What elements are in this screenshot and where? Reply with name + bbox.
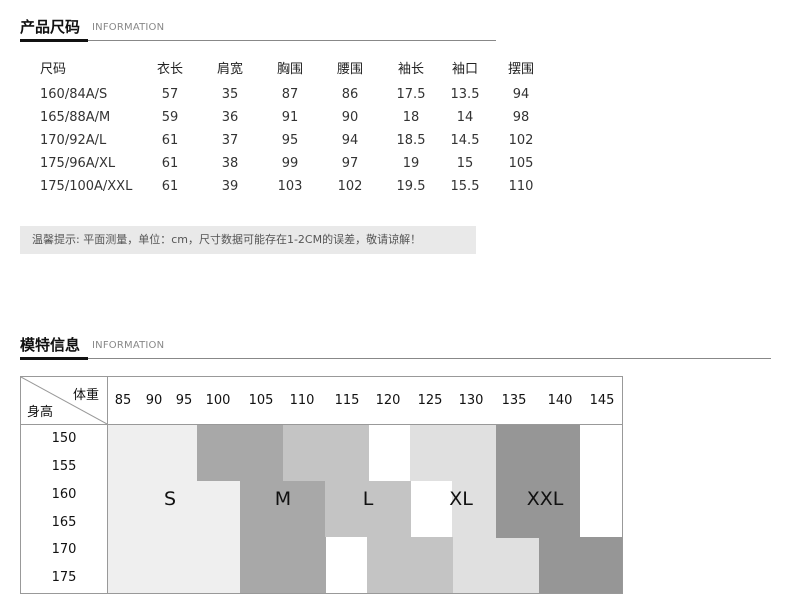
size-table-cell: 97 [341,156,359,171]
grid-header-separator [21,424,622,425]
size-table-cell: 14 [456,110,474,125]
weight-label: 135 [501,393,527,408]
size-table-cell: 87 [281,87,299,102]
size-table-cell: 39 [221,179,239,194]
size-table-cell: 175/96A/XL [40,156,116,171]
size-table-cell: 13.5 [450,87,480,102]
size-region-xxl [539,537,622,593]
size-table-header-cell: 袖口 [451,62,478,77]
model-size-grid: 体重 身高 85 90 95 100 105 110 115 120 125 130 135 140 1… [20,376,623,594]
size-label-l: L [362,488,374,510]
size-table-cell: 36 [221,110,239,125]
weight-label: 145 [589,393,615,408]
size-table-cell: 61 [161,133,179,148]
size-table-cell: 59 [161,110,179,125]
size-label-m: M [274,488,292,510]
size-table-cell: 14.5 [450,133,480,148]
weight-label: 120 [375,393,401,408]
size-table-header-cell: 摆围 [507,62,534,77]
section-title-model-info: 模特信息 [20,336,81,354]
size-table-cell: 102 [337,179,363,194]
size-label-s: S [163,488,177,510]
weight-label: 100 [205,393,231,408]
size-table-cell: 105 [508,156,534,171]
corner-weight-label: 体重 [73,388,100,403]
size-table-cell: 170/92A/L [40,133,107,148]
size-table-cell: 102 [508,133,534,148]
size-table-cell: 19 [402,156,420,171]
height-label: 155 [51,459,77,474]
size-table-header-cell: 肩宽 [216,62,243,77]
size-table-cell: 61 [161,179,179,194]
size-region-m [197,425,283,481]
weight-label: 130 [458,393,484,408]
size-table-cell: 15 [456,156,474,171]
height-label: 170 [51,542,77,557]
size-table-cell: 18 [402,110,420,125]
size-table-cell: 98 [512,110,530,125]
size-region-l [283,425,369,481]
weight-label: 105 [248,393,274,408]
size-table-header-cell: 尺码 [40,62,67,77]
size-table-cell: 165/88A/M [40,110,111,125]
size-table-cell: 35 [221,87,239,102]
size-table-cell: 160/84A/S [40,87,108,102]
weight-label: 115 [334,393,360,408]
size-table-cell: 94 [512,87,530,102]
size-table-cell: 94 [341,133,359,148]
weight-label: 110 [289,393,315,408]
section-divider [20,358,771,359]
size-table-header-cell: 衣长 [156,62,183,77]
size-table-cell: 110 [508,179,534,194]
section-accent-bar [20,357,88,360]
size-region-xl [453,537,539,593]
size-table-cell: 86 [341,87,359,102]
weight-label: 125 [417,393,443,408]
height-label: 160 [51,487,77,502]
grid-column-separator [107,377,108,593]
size-table-cell: 19.5 [396,179,426,194]
size-table-cell: 90 [341,110,359,125]
size-region-xl [410,425,496,481]
size-table-cell: 61 [161,156,179,171]
weight-label: 90 [145,393,163,408]
size-table-header-cell: 袖长 [397,62,424,77]
height-label: 165 [51,515,77,530]
size-table-cell: 103 [277,179,303,194]
corner-height-label: 身高 [27,405,54,420]
size-table-cell: 99 [281,156,299,171]
weight-label: 95 [175,393,193,408]
size-table-cell: 15.5 [450,179,480,194]
height-label: 150 [51,431,77,446]
size-label-xl: XL [449,488,473,510]
size-table-cell: 38 [221,156,239,171]
section-subtitle: INFORMATION [92,340,165,351]
size-table-cell: 57 [161,87,179,102]
size-table-cell: 91 [281,110,299,125]
section-accent-bar [20,39,88,42]
size-label-xxl: XXL [526,488,564,510]
size-table-header-cell: 胸围 [276,62,303,77]
size-table-header-cell: 腰围 [336,62,363,77]
size-table-cell: 175/100A/XXL [40,179,133,194]
size-region-l [367,537,453,593]
size-table-cell: 18.5 [396,133,426,148]
section-divider [20,40,496,41]
section-title-product-size: 产品尺码 [20,18,81,36]
size-table-cell: 37 [221,133,239,148]
weight-label: 85 [114,393,132,408]
height-label: 175 [51,570,77,585]
measurement-note: 温馨提示: 平面测量，单位：cm，尺寸数据可能存在1-2CM的误差，敬请谅解！ [20,226,476,254]
size-table-cell: 17.5 [396,87,426,102]
weight-label: 140 [547,393,573,408]
size-region-xxl [496,425,580,538]
size-table-cell: 95 [281,133,299,148]
section-subtitle: INFORMATION [92,22,165,33]
